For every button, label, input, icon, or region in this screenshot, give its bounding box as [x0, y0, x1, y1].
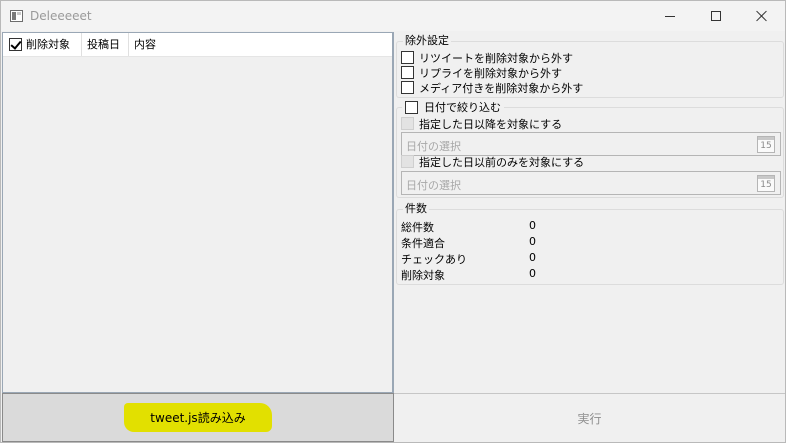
date-before-picker[interactable]: 日付の選択 15: [401, 171, 781, 195]
app-icon: [10, 10, 23, 22]
date-after-placeholder: 日付の選択: [406, 140, 461, 153]
date-after-label: 指定した日以降を対象にする: [419, 117, 563, 131]
minimize-icon: [665, 15, 675, 17]
count-value: 0: [529, 235, 536, 248]
count-value: 0: [529, 251, 536, 264]
exclude-replies-option[interactable]: リプライを削除対象から外す: [401, 65, 562, 80]
tweet-list[interactable]: 削除対象 投稿日 内容: [2, 32, 393, 393]
select-all-checkbox[interactable]: [9, 38, 22, 51]
app-window: Deleeeeet 削除対象 投稿日 内容 除外設定 リツイートを削除対象から外…: [0, 0, 786, 443]
count-row-checked: チェックあり 0: [401, 251, 781, 266]
close-icon: [756, 10, 768, 22]
maximize-icon: [711, 11, 721, 21]
exclude-retweets-checkbox[interactable]: [401, 51, 414, 64]
exclude-settings-title: 除外設定: [403, 34, 451, 48]
date-filter-toggle[interactable]: 日付で絞り込む: [402, 99, 504, 115]
date-before-placeholder: 日付の選択: [406, 179, 461, 192]
date-after-picker[interactable]: 日付の選択 15: [401, 132, 781, 156]
count-label: チェックあり: [401, 253, 467, 266]
date-after-checkbox[interactable]: [401, 117, 414, 130]
exclude-settings-group: 除外設定 リツイートを削除対象から外す リプライを削除対象から外す メディア付き…: [396, 34, 784, 98]
count-label: 総件数: [401, 221, 434, 234]
exclude-media-option[interactable]: メディア付きを削除対象から外す: [401, 80, 583, 95]
exclude-replies-checkbox[interactable]: [401, 66, 414, 79]
count-row-total: 総件数 0: [401, 219, 781, 234]
column-header-content[interactable]: 内容: [129, 33, 392, 56]
column-header-date[interactable]: 投稿日: [82, 33, 129, 56]
counts-group: 件数 総件数 0 条件適合 0 チェックあり 0 削除対象 0: [396, 202, 784, 285]
load-tweetjs-label: tweet.js読み込み: [124, 403, 272, 432]
date-filter-checkbox[interactable]: [405, 100, 418, 114]
execute-button[interactable]: 実行: [394, 393, 785, 442]
maximize-button[interactable]: [693, 1, 739, 31]
count-label: 条件適合: [401, 237, 445, 250]
count-row-delete-target: 削除対象 0: [401, 267, 781, 282]
column-header-delete-target[interactable]: 削除対象: [3, 33, 82, 56]
column-label-delete-target: 削除対象: [26, 38, 70, 51]
window-title: Deleeeeet: [30, 9, 92, 23]
calendar-icon[interactable]: 15: [757, 175, 775, 192]
count-label: 削除対象: [401, 269, 445, 282]
close-button[interactable]: [739, 1, 785, 31]
date-filter-title: 日付で絞り込む: [424, 101, 501, 114]
exclude-retweets-option[interactable]: リツイートを削除対象から外す: [401, 50, 573, 65]
count-row-matched: 条件適合 0: [401, 235, 781, 250]
count-value: 0: [529, 219, 536, 232]
date-after-option[interactable]: 指定した日以降を対象にする: [401, 116, 562, 131]
exclude-replies-label: リプライを削除対象から外す: [419, 66, 562, 80]
date-before-option[interactable]: 指定した日以前のみを対象にする: [401, 154, 584, 169]
exclude-media-label: メディア付きを削除対象から外す: [419, 81, 584, 95]
exclude-retweets-label: リツイートを削除対象から外す: [419, 51, 573, 65]
date-filter-group: 日付で絞り込む 指定した日以降を対象にする 日付の選択 15 指定した日以前のみ…: [396, 99, 784, 198]
title-bar[interactable]: Deleeeeet: [1, 1, 785, 31]
exclude-media-checkbox[interactable]: [401, 81, 414, 94]
minimize-button[interactable]: [647, 1, 693, 31]
date-before-label: 指定した日以前のみを対象にする: [419, 155, 585, 169]
list-header: 削除対象 投稿日 内容: [3, 33, 392, 57]
calendar-icon[interactable]: 15: [757, 136, 775, 153]
date-before-checkbox[interactable]: [401, 155, 414, 168]
pane-divider: [393, 32, 394, 393]
load-tweetjs-button[interactable]: tweet.js読み込み: [2, 393, 394, 442]
count-value: 0: [529, 267, 536, 280]
counts-title: 件数: [403, 202, 429, 216]
